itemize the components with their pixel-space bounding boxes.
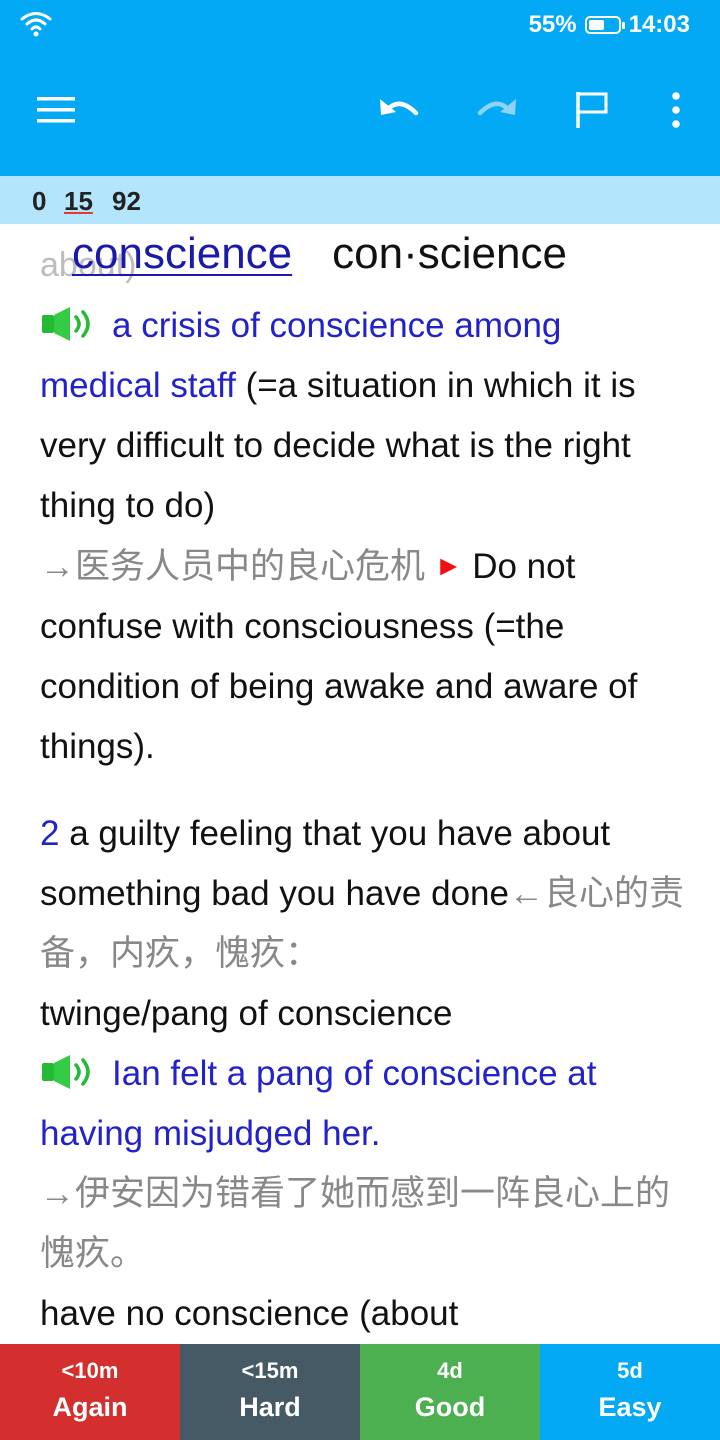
- speaker-icon[interactable]: [40, 1053, 100, 1091]
- card-content[interactable]: about) conscience con·science a crisis of…: [0, 224, 720, 1344]
- hard-interval: <15m: [241, 1358, 299, 1383]
- definition-block-1: a crisis of conscience among medical sta…: [40, 296, 690, 777]
- review-count: 92: [112, 186, 141, 216]
- good-label: Good: [414, 1392, 486, 1422]
- example-sentence: Ian felt a pang of conscience at having …: [40, 1054, 597, 1153]
- undo-icon[interactable]: [370, 78, 430, 142]
- again-label: Again: [52, 1392, 128, 1422]
- wifi-icon: [20, 12, 52, 37]
- headword-row: conscience con·science: [72, 229, 567, 279]
- easy-interval: 5d: [617, 1358, 643, 1383]
- menu-icon[interactable]: [26, 78, 86, 142]
- status-bar: 55% 14:03: [0, 0, 720, 50]
- good-interval: 4d: [437, 1358, 463, 1383]
- arrow-marker-icon: ►: [434, 550, 463, 581]
- headword-syllables: con·science: [332, 229, 567, 278]
- hard-button[interactable]: <15m Hard: [180, 1344, 360, 1440]
- again-interval: <10m: [61, 1358, 119, 1383]
- new-count: 0: [32, 186, 47, 216]
- flag-icon[interactable]: [562, 78, 622, 142]
- example-translation: →伊安因为错看了她而感到一阵良心上的愧疚。: [40, 1174, 671, 1273]
- collocation: twinge/pang of conscience: [40, 994, 453, 1033]
- collocation: have no conscience (about: [40, 1294, 459, 1333]
- definition-block-2: 2 a guilty feeling that you have about s…: [40, 804, 690, 1344]
- card-counts-bar: 0 15 92: [0, 176, 720, 224]
- hard-label: Hard: [239, 1392, 301, 1422]
- redo-icon[interactable]: [466, 78, 526, 142]
- speaker-icon[interactable]: [40, 305, 100, 343]
- battery-percent: 55%: [528, 11, 577, 38]
- good-button[interactable]: 4d Good: [360, 1344, 540, 1440]
- example-translation: →医务人员中的良心危机: [40, 547, 426, 586]
- easy-button[interactable]: 5d Easy: [540, 1344, 720, 1440]
- clock: 14:03: [628, 11, 690, 38]
- easy-label: Easy: [598, 1392, 662, 1422]
- sense-number: 2: [40, 814, 60, 853]
- answer-buttons: <10m Again <15m Hard 4d Good 5d Easy: [0, 1344, 720, 1440]
- again-button[interactable]: <10m Again: [0, 1344, 180, 1440]
- learning-count: 15: [64, 186, 93, 216]
- headword-link[interactable]: conscience: [72, 229, 292, 278]
- more-vert-icon[interactable]: [646, 78, 706, 142]
- battery-icon: [584, 16, 625, 34]
- app-toolbar: [0, 50, 720, 176]
